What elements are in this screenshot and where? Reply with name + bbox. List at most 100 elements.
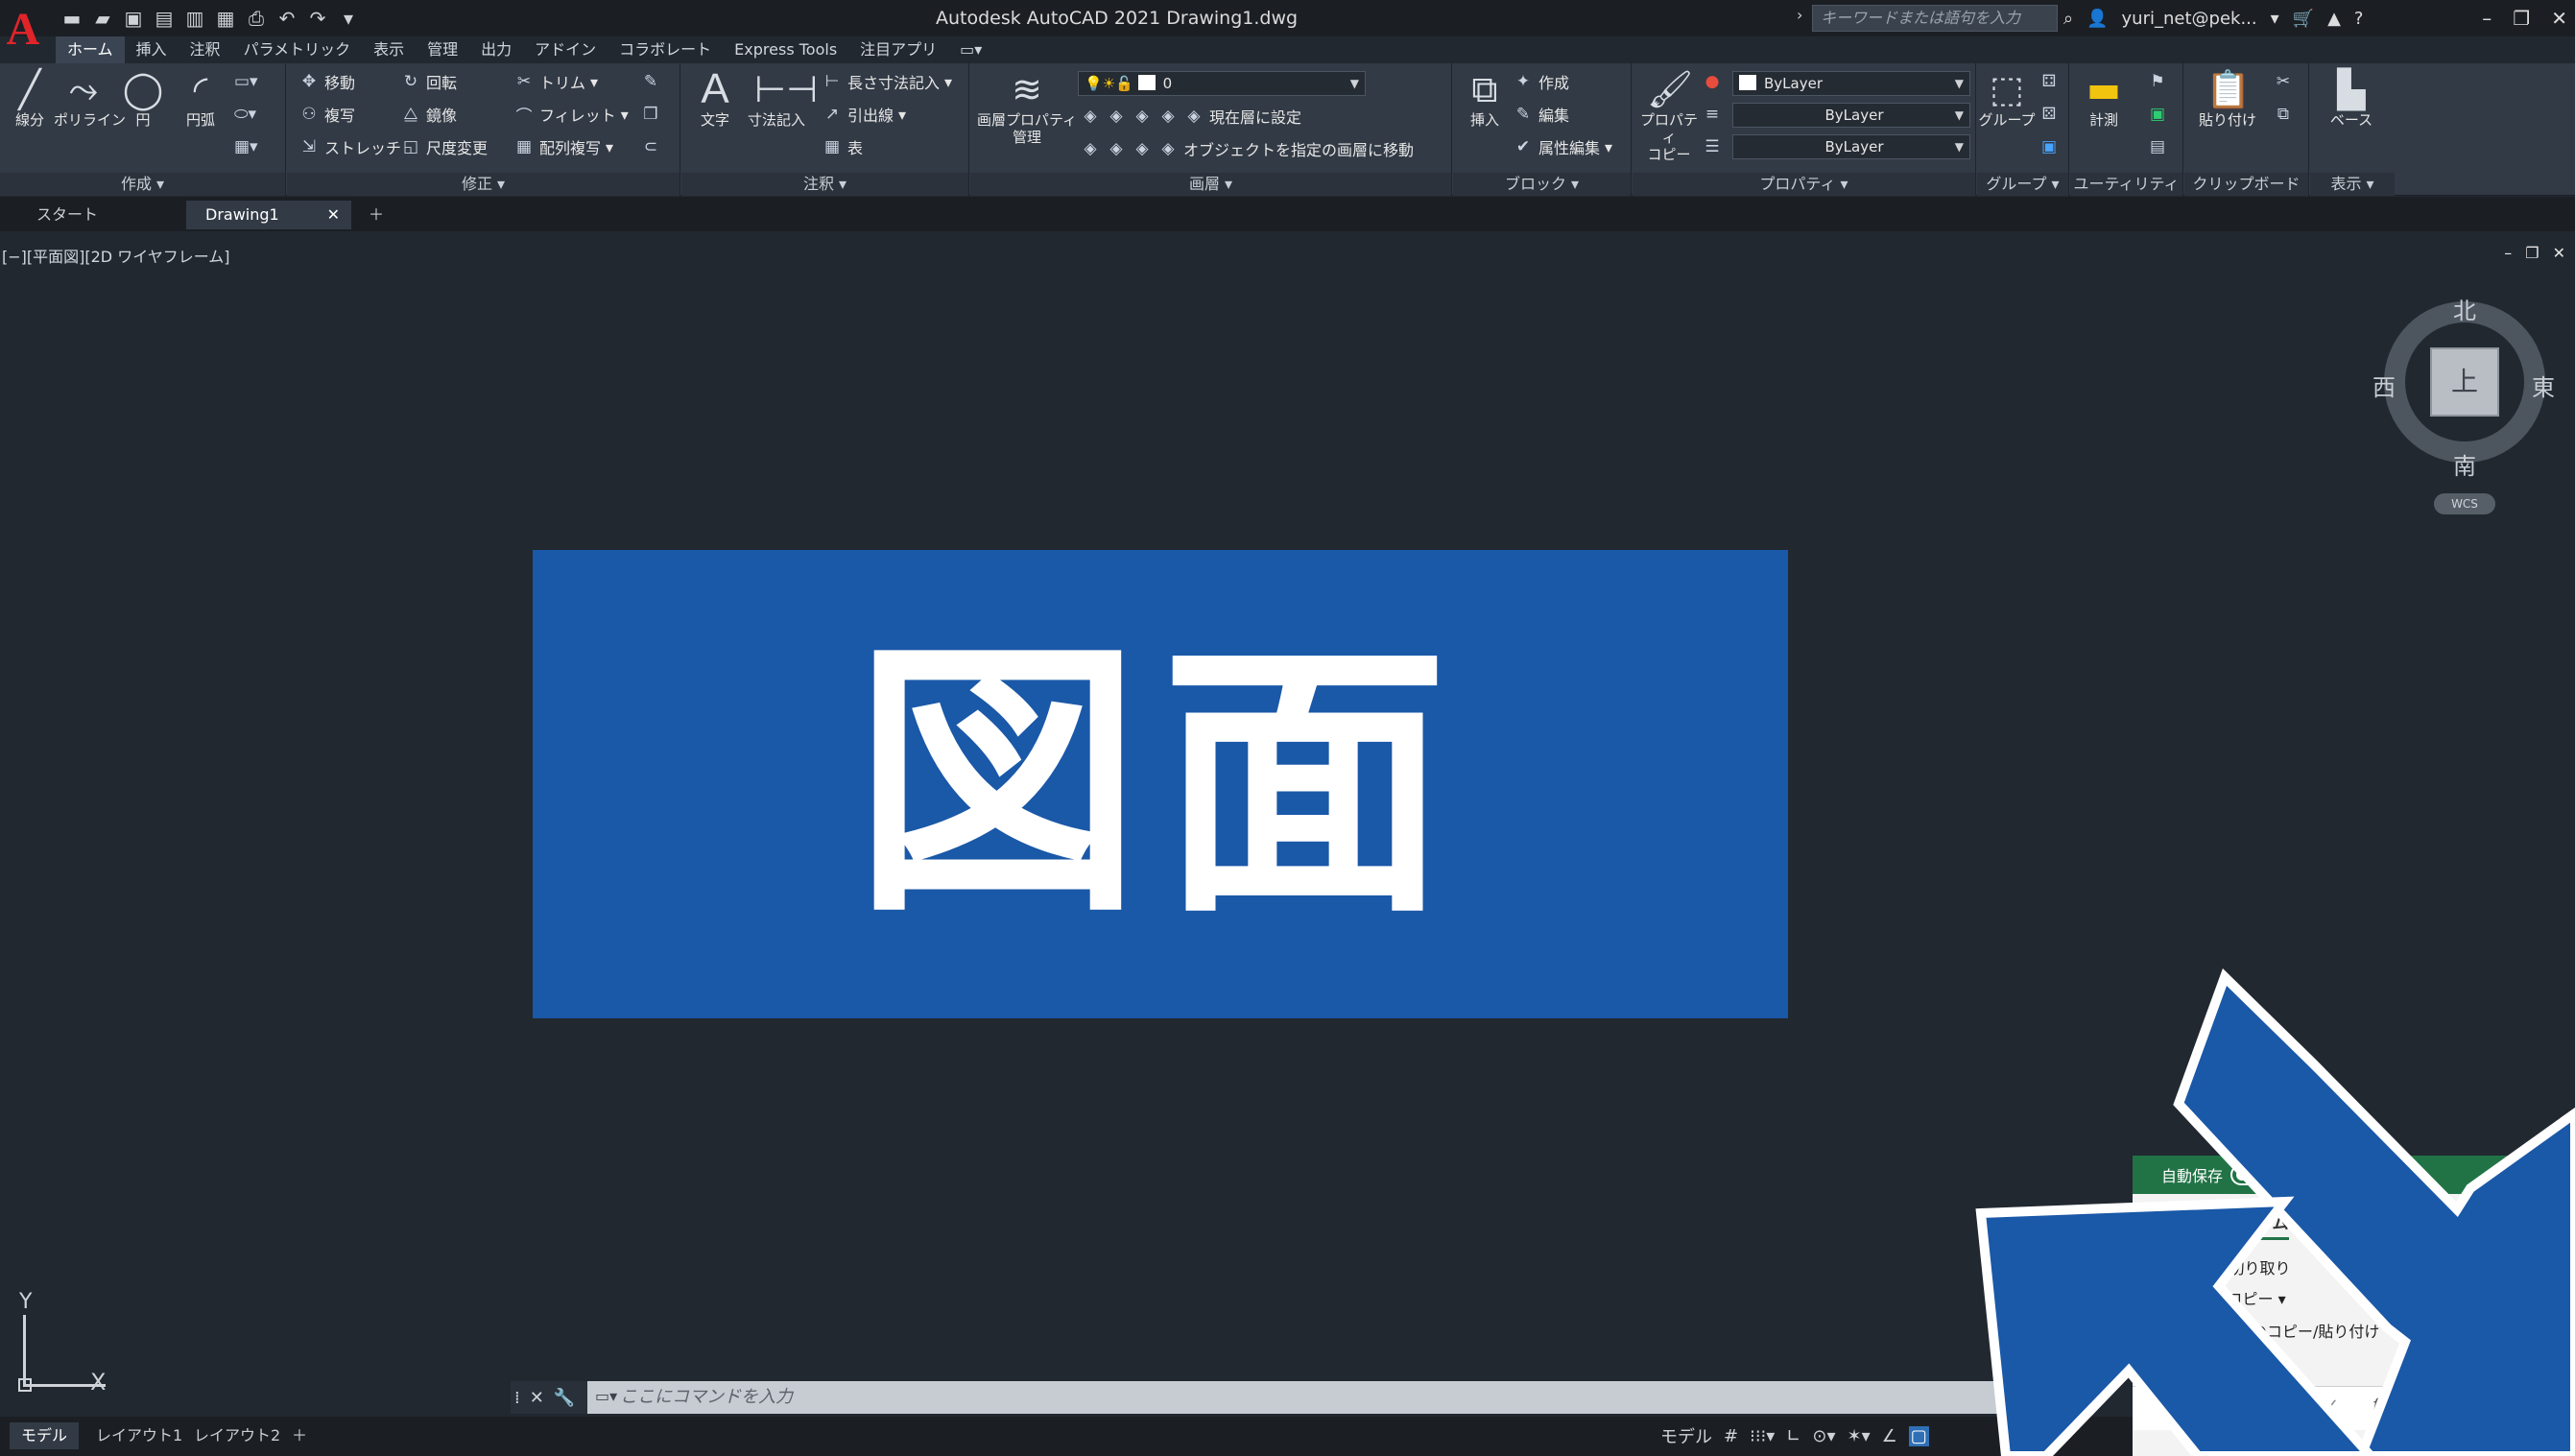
layer-previous-icon[interactable]: ◈ (1106, 139, 1127, 158)
new-icon[interactable]: ▬ (60, 6, 84, 31)
edit-attributes-button[interactable]: ✔ 属性編集 ▾ (1513, 134, 1612, 159)
tab-insert[interactable]: 挿入 (125, 36, 179, 63)
compass-north[interactable]: 北 (2453, 292, 2476, 325)
dynamic-ucs-icon[interactable]: ▢ (1908, 1425, 1929, 1446)
undo-icon[interactable]: ↶ (274, 6, 299, 31)
copy-clip-icon[interactable]: ⧉ (2273, 102, 2294, 127)
insert-button[interactable]: ⧉ 挿入 (1455, 67, 1514, 129)
help-icon[interactable]: ? (2354, 9, 2364, 29)
user-name[interactable]: yuri_net@pek... (2122, 9, 2257, 29)
tab-drawing1[interactable]: Drawing1 ✕ (186, 201, 351, 229)
compass-south[interactable]: 南 (2453, 447, 2476, 481)
tab-manage[interactable]: 管理 (416, 36, 469, 63)
panel-title-annotation[interactable]: 注釈 ▾ (681, 173, 968, 196)
excel-formula-input[interactable] (2430, 1392, 2574, 1424)
tab-layout1[interactable]: レイアウト1 (84, 1422, 194, 1449)
arc-button[interactable]: ◜ 円弧 (171, 67, 230, 129)
copy-button[interactable]: ⚇ 複写 (298, 102, 355, 127)
tab-addins[interactable]: アドイン (523, 36, 608, 63)
group-select-icon[interactable]: ▣ (2039, 134, 2060, 159)
paste-button[interactable]: 📋 貼り付け (2198, 67, 2257, 129)
quick-select-icon[interactable]: ⚑ (2147, 69, 2168, 94)
text-button[interactable]: A 文字 (685, 67, 745, 130)
match-properties-button[interactable]: 🖌 プロパティ コピー (1634, 67, 1704, 163)
a360-icon[interactable]: ▲ (2327, 9, 2341, 29)
tab-layout2[interactable]: レイアウト2 (182, 1422, 292, 1449)
ungroup-icon[interactable]: ⚃ (2039, 69, 2060, 94)
tab-output[interactable]: 出力 (469, 36, 523, 63)
wcs-menu[interactable]: WCS (2434, 493, 2495, 514)
excel-cut-button[interactable]: ✂ 切り取り (2211, 1255, 2291, 1278)
new-tab-icon[interactable]: ＋ (355, 201, 403, 229)
close-icon[interactable]: ✕ (530, 1388, 544, 1408)
panel-title-clipboard[interactable]: クリップボード (2184, 173, 2308, 196)
ribbon-minimize-icon[interactable]: ▭▾ (948, 36, 993, 63)
print-icon[interactable]: ⎙ (244, 6, 269, 31)
user-icon[interactable]: 👤 (2086, 9, 2108, 29)
polyline-button[interactable]: ⤳ ポリライン (54, 67, 126, 129)
tab-featured-apps[interactable]: 注目アプリ (848, 36, 948, 63)
offset-button[interactable]: ⊂ (640, 134, 661, 159)
layer-unisolate-icon[interactable]: ◈ (1106, 107, 1127, 126)
excel-format-painter[interactable]: 書式のコピー/貼り付け (2221, 1319, 2379, 1342)
tab-annotate[interactable]: 注釈 (179, 36, 232, 63)
group-button[interactable]: ⬚ グループ (1977, 67, 2037, 129)
excel-tab-file[interactable]: ル (2179, 1209, 2195, 1233)
ellipse-button[interactable]: ⬭▾ (234, 102, 256, 127)
tab-parametric[interactable]: パラメトリック (232, 36, 363, 63)
set-current-button[interactable]: 現在層に設定 (1209, 105, 1301, 128)
measure-button[interactable]: ▬ 計測 (2074, 67, 2134, 129)
linetype-dropdown[interactable]: ByLayer ▼ (1732, 103, 1970, 128)
chevron-right-icon[interactable]: › (1797, 6, 1802, 24)
search-input[interactable]: キーワードまたは語句を入力 (1812, 5, 2058, 32)
array-button[interactable]: ▦ 配列複写 ▾ (513, 134, 613, 159)
layer-dropdown[interactable]: 💡☀🔓 0 ▼ (1078, 71, 1366, 96)
minimize-icon[interactable]: – (2504, 244, 2512, 262)
save-as-icon[interactable]: ▤ (152, 6, 177, 31)
excel-copy-button[interactable]: ⧉ コピー ▾ (2211, 1286, 2286, 1309)
line-button[interactable]: ╱ 線分 (0, 67, 60, 129)
add-layout-icon[interactable]: ＋ (280, 1422, 319, 1449)
cut-icon[interactable]: ✂ (2273, 69, 2294, 94)
stretch-button[interactable]: ⇲ ストレッチ (298, 134, 401, 159)
tab-start[interactable]: スタート (17, 201, 182, 229)
panel-title-draw[interactable]: 作成 ▾ (0, 173, 285, 196)
grid-icon[interactable]: # (1724, 1426, 1738, 1446)
panel-title-groups[interactable]: グループ ▾ (1977, 173, 2068, 196)
grip-icon[interactable]: ⁞ (514, 1388, 520, 1408)
search-icon[interactable]: ⌕ (2063, 9, 2073, 29)
panel-title-view[interactable]: 表示 ▾ (2310, 173, 2395, 196)
open-icon[interactable]: ▰ (90, 6, 115, 31)
viewcube-face-top[interactable]: 上 (2430, 347, 2499, 417)
layer-match-icon[interactable]: ◈ (1080, 139, 1101, 158)
hatch-button[interactable]: ▦▾ (234, 134, 258, 159)
linear-dimension-button[interactable]: ⊢ 長さ寸法記入 ▾ (822, 69, 952, 94)
excel-tab-home[interactable]: ホーム (2240, 1209, 2289, 1240)
layer-freeze-icon[interactable]: ◈ (1132, 107, 1153, 126)
circle-button[interactable]: ◯ 円 (113, 67, 173, 129)
osnap-tracking-icon[interactable]: ✶▾ (1848, 1426, 1871, 1446)
ortho-icon[interactable]: ∟ (1786, 1426, 1800, 1446)
panel-title-properties[interactable]: プロパティ ▾ (1633, 173, 1975, 196)
layer-walk-icon[interactable]: ◈ (1132, 139, 1153, 158)
model-space-button[interactable]: モデル (1660, 1423, 1712, 1448)
viewcube[interactable]: 上 北 南 西 東 (2372, 296, 2555, 480)
tab-collaborate[interactable]: コラボレート (608, 36, 723, 63)
panel-title-modify[interactable]: 修正 ▾ (287, 173, 680, 196)
edit-block-button[interactable]: ✎ 編集 (1513, 102, 1569, 127)
calculator-icon[interactable]: ▤ (2147, 134, 2168, 159)
command-prompt-icon[interactable]: ▭▾ (595, 1387, 617, 1405)
scale-button[interactable]: ◱ 尺度変更 (400, 134, 488, 159)
osnap-icon[interactable]: ∠ (1882, 1426, 1897, 1446)
leader-button[interactable]: ↗ 引出線 ▾ (822, 102, 906, 127)
layer-properties-button[interactable]: ≋ 画層プロパティ 管理 (974, 67, 1080, 146)
tab-model[interactable]: モデル (10, 1422, 80, 1449)
tab-express-tools[interactable]: Express Tools (723, 36, 848, 63)
excel-paste-icon[interactable]: 📋 (2159, 1252, 2185, 1276)
restore-icon[interactable]: ❐ (2513, 7, 2530, 30)
compass-west[interactable]: 西 (2372, 369, 2396, 402)
close-icon[interactable]: ✕ (327, 201, 340, 229)
close-icon[interactable]: ✕ (2553, 244, 2565, 262)
group-edit-icon[interactable]: ⚄ (2039, 102, 2060, 127)
trim-button[interactable]: ✂ トリム ▾ (513, 69, 598, 94)
